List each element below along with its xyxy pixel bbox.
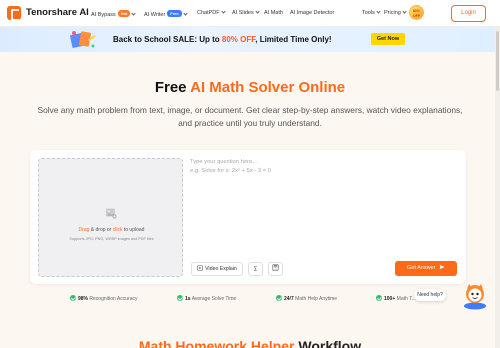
upload-instructions: Drag & drop or click to upload: [39, 227, 184, 233]
promo-banner[interactable]: Back to School SALE: Up to 80% OFF, Limi…: [0, 27, 500, 52]
stat-value: 1s: [185, 296, 191, 302]
tenorshare-logo-icon[interactable]: [7, 6, 21, 21]
check-icon: [70, 295, 76, 301]
stat-value: 100+: [384, 296, 396, 302]
stat-average-solve-time: 1s Average Solve Time: [177, 295, 236, 302]
video-explain-label: Video Explain: [205, 266, 237, 272]
need-help-bubble[interactable]: Need help?: [414, 289, 446, 301]
upload-dropzone[interactable]: Drag & drop or click to upload Supports …: [38, 158, 183, 277]
nav-item-tools[interactable]: Tools: [362, 9, 381, 16]
hot-badge: Hot: [117, 10, 131, 17]
banner-text-suffix: , Limited Time Only!: [255, 35, 332, 44]
page-title: Free AI Math Solver Online: [0, 79, 500, 96]
video-explain-toggle[interactable]: Video Explain: [191, 262, 243, 276]
nav-item-ai-math[interactable]: AI Math: [264, 10, 283, 16]
workflow-section-title: Math Homework Helper Workflow: [0, 338, 500, 348]
drop-label: & drop or: [89, 227, 113, 233]
section-title-plain: Workflow: [294, 338, 362, 348]
chevron-down-icon: [376, 9, 381, 14]
nav-item-label: AI Writer: [144, 12, 166, 18]
upload-label: to upload: [122, 227, 145, 233]
calculator-icon: [272, 264, 279, 271]
nav-item-label: AI Slides: [232, 10, 254, 16]
stat-math-help-anytime: 24/7 Math Help Anytime: [276, 295, 337, 302]
nav-item-label: ChatPDF: [197, 10, 220, 16]
solver-card: Drag & drop or click to upload Supports …: [30, 150, 466, 284]
check-icon: [376, 295, 382, 301]
brand-name[interactable]: Tenorshare AI: [26, 7, 89, 18]
sigma-icon: ∑: [253, 266, 258, 272]
banner-text-prefix: Back to School SALE: Up to: [113, 35, 222, 44]
support-mascot-icon[interactable]: [461, 280, 489, 310]
nav-item-label: Tools: [362, 10, 375, 16]
video-icon: [197, 265, 203, 271]
section-title-accent: Math Homework Helper: [138, 338, 295, 348]
nav-item-pricing[interactable]: Pricing: [384, 9, 407, 16]
stat-label: Recognition Accuracy: [89, 296, 138, 302]
question-input[interactable]: [190, 158, 458, 253]
stat-math-topics: 100+ Math T...: [376, 295, 416, 302]
banner-highlight: 80% OFF: [221, 35, 256, 44]
chevron-down-icon: [183, 11, 188, 16]
image-upload-icon: [106, 208, 117, 219]
chevron-down-icon: [255, 9, 260, 14]
send-icon: [439, 264, 445, 270]
stat-label: Math Help Anytime: [295, 296, 338, 302]
banner-text: Back to School SALE: Up to 80% OFF, Limi…: [113, 35, 332, 44]
calculator-button[interactable]: [268, 262, 283, 276]
chevron-down-icon: [131, 11, 137, 16]
chevron-down-icon: [221, 9, 226, 14]
title-accent: AI Math Solver Online: [190, 79, 346, 96]
top-nav: Tenorshare AI AI Bypass Hot AI Writer Free…: [0, 0, 500, 27]
nav-item-label: AI Bypass: [91, 12, 116, 18]
drag-label: Drag: [78, 227, 90, 233]
math-symbols-button[interactable]: ∑: [248, 262, 263, 276]
title-plain: Free: [154, 79, 191, 96]
check-icon: [177, 295, 183, 301]
stat-recognition-accuracy: 98% Recognition Accuracy: [70, 295, 138, 302]
nav-item-ai-writer[interactable]: AI Writer Free: [144, 10, 188, 18]
page-subtitle: Solve any math problem from text, image,…: [37, 105, 463, 128]
get-answer-button[interactable]: Get Answer: [395, 261, 457, 276]
nav-item-ai-image-detector[interactable]: AI Image Detector: [290, 10, 334, 16]
stat-label: Math T...: [396, 296, 416, 302]
nav-item-ai-bypass[interactable]: AI Bypass Hot: [91, 10, 137, 18]
get-now-button[interactable]: Get Now: [371, 33, 405, 45]
free-badge: Free: [167, 10, 182, 17]
stat-value: 24/7: [284, 296, 294, 302]
login-button[interactable]: Login: [451, 5, 486, 22]
nav-item-label: Pricing: [384, 10, 401, 16]
stat-value: 98%: [78, 296, 89, 302]
scrollbar-thumb[interactable]: [496, 31, 499, 91]
check-icon: [276, 295, 282, 301]
nav-item-chatpdf[interactable]: ChatPDF: [197, 9, 226, 16]
discount-badge-icon[interactable]: 80% OFF: [409, 5, 424, 20]
supported-formats-hint: Supports JPG, PNG, WEBP images and PDF f…: [69, 237, 154, 241]
chevron-down-icon: [402, 9, 407, 14]
school-supplies-icon: [70, 31, 96, 48]
nav-item-label: AI Image Detector: [290, 10, 335, 16]
nav-item-label: AI Math: [264, 10, 283, 16]
stat-label: Average Solve Time: [191, 296, 237, 302]
nav-item-ai-slides[interactable]: AI Slides: [232, 9, 260, 16]
get-answer-label: Get Answer: [407, 265, 436, 271]
discount-badge-label: 80% OFF: [412, 9, 420, 18]
page-scrollbar[interactable]: [495, 27, 500, 348]
